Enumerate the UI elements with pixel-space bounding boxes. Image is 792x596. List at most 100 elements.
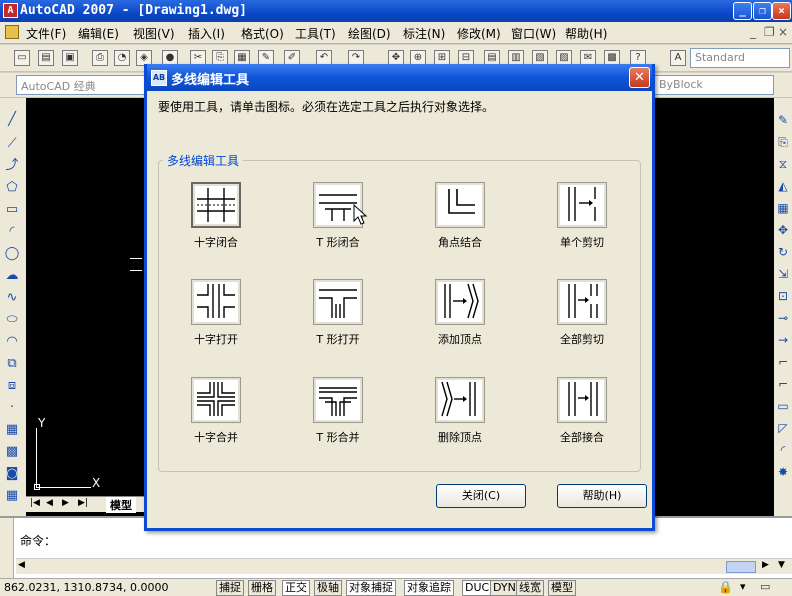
cut-single-icon[interactable] <box>557 182 607 228</box>
menu-view[interactable]: 视图(V) <box>133 25 175 42</box>
print-icon[interactable]: ⎙ <box>92 50 108 66</box>
command-scrollbar[interactable]: ◀ ▶ ▼ <box>16 558 792 574</box>
offset-icon[interactable]: ◭ <box>776 178 790 194</box>
tool-delete-vertex[interactable]: 删除顶点 <box>407 377 507 457</box>
spline-icon[interactable]: ∿ <box>4 290 20 306</box>
tool-add-vertex[interactable]: 添加顶点 <box>407 279 507 359</box>
tee-open-icon[interactable] <box>313 279 363 325</box>
command-prompt[interactable]: 命令： <box>20 532 56 549</box>
lineweight-select[interactable]: ByBlock <box>654 75 774 95</box>
move-icon[interactable]: ✥ <box>776 222 790 238</box>
scroll-down-icon[interactable]: ▼ <box>778 560 785 570</box>
doc-restore-icon[interactable]: ❐ <box>764 25 775 39</box>
close-app-button[interactable]: × <box>772 2 791 20</box>
toggle-lineweight[interactable]: 线宽 <box>516 580 544 596</box>
help-button[interactable]: 帮助(H) <box>557 484 647 508</box>
tool-tee-merged[interactable]: T 形合并 <box>285 377 385 457</box>
tool-tee-open[interactable]: T 形打开 <box>285 279 385 359</box>
toggle-polar[interactable]: 极轴 <box>314 580 342 596</box>
tool-cross-open[interactable]: 十字打开 <box>163 279 263 359</box>
line-icon[interactable]: ╱ <box>4 112 20 128</box>
hatch-icon[interactable]: ▦ <box>4 422 20 438</box>
corner-joint-icon[interactable] <box>435 182 485 228</box>
chamfer-icon[interactable]: ◸ <box>776 420 790 436</box>
table-icon[interactable]: ▦ <box>4 488 20 504</box>
polyline-icon[interactable]: ⤴ <box>4 158 20 174</box>
mirror-icon[interactable]: ⧖ <box>776 156 790 172</box>
menu-edit[interactable]: 编辑(E) <box>78 25 119 42</box>
autocad-app-icon[interactable]: A <box>3 3 18 18</box>
tool-tee-closed[interactable]: T 形闭合 <box>285 182 385 262</box>
toggle-otrack[interactable]: 对象追踪 <box>404 580 454 596</box>
lock-icon[interactable]: 🔒 <box>718 580 733 594</box>
dropdown-arrow-icon[interactable]: ▾ <box>740 580 746 593</box>
construction-line-icon[interactable]: ⟋ <box>4 136 20 152</box>
tool-cross-closed[interactable]: 十字闭合 <box>163 182 263 262</box>
doc-close-icon[interactable]: × <box>778 25 788 39</box>
cut-all-icon[interactable] <box>557 279 607 325</box>
stretch-icon[interactable]: ⊡ <box>776 288 790 304</box>
menu-draw[interactable]: 绘图(D) <box>348 25 391 42</box>
tab-first-icon[interactable]: |◀ <box>30 498 40 508</box>
array-icon[interactable]: ▦ <box>776 200 790 216</box>
region-icon[interactable]: ◙ <box>4 466 20 482</box>
cross-open-icon[interactable] <box>191 279 241 325</box>
document-icon[interactable] <box>5 25 19 39</box>
close-button[interactable]: 关闭(C) <box>436 484 526 508</box>
revcloud-icon[interactable]: ☁ <box>4 268 20 284</box>
workspace-select[interactable]: AutoCAD 经典 <box>16 75 146 95</box>
tee-merged-icon[interactable] <box>313 377 363 423</box>
command-grip[interactable] <box>0 518 14 578</box>
copy-object-icon[interactable]: ⎘ <box>776 134 790 150</box>
break-point-icon[interactable]: ⌐ <box>776 354 790 370</box>
arc-icon[interactable]: ◜ <box>4 224 20 240</box>
tab-model[interactable]: 模型 <box>106 497 136 513</box>
menu-window[interactable]: 窗口(W) <box>511 25 556 42</box>
menu-help[interactable]: 帮助(H) <box>565 25 607 42</box>
toggle-grid[interactable]: 栅格 <box>248 580 276 596</box>
text-style-select[interactable]: Standard <box>690 48 790 68</box>
delete-vertex-icon[interactable] <box>435 377 485 423</box>
scale-icon[interactable]: ⇲ <box>776 266 790 282</box>
text-style-icon[interactable]: A <box>670 50 686 66</box>
open-icon[interactable]: ▤ <box>38 50 54 66</box>
break-icon[interactable]: ⌐ <box>776 376 790 392</box>
cross-merged-icon[interactable] <box>191 377 241 423</box>
rectangle-icon[interactable]: ▭ <box>4 202 20 218</box>
scroll-right-icon[interactable]: ▶ <box>762 560 769 570</box>
tool-cut-all[interactable]: 全部剪切 <box>529 279 629 359</box>
fillet-icon[interactable]: ◜ <box>776 442 790 458</box>
menu-insert[interactable]: 插入(I) <box>188 25 225 42</box>
scroll-left-icon[interactable]: ◀ <box>18 560 25 570</box>
menu-modify[interactable]: 修改(M) <box>457 25 501 42</box>
cross-closed-icon[interactable] <box>191 182 241 228</box>
doc-minimize-icon[interactable]: _ <box>750 25 756 39</box>
extend-icon[interactable]: → <box>776 332 790 348</box>
menu-format[interactable]: 格式(O) <box>241 25 284 42</box>
scroll-thumb[interactable] <box>726 561 756 573</box>
toggle-snap[interactable]: 捕捉 <box>216 580 244 596</box>
dialog-close-icon[interactable]: ✕ <box>629 67 650 88</box>
tab-prev-icon[interactable]: ◀ <box>46 498 53 508</box>
point-icon[interactable]: · <box>4 400 20 416</box>
gradient-icon[interactable]: ▩ <box>4 444 20 460</box>
clean-screen-icon[interactable]: ▭ <box>760 580 770 593</box>
minimize-button[interactable]: _ <box>733 2 752 20</box>
join-icon[interactable]: ▭ <box>776 398 790 414</box>
new-icon[interactable]: ▭ <box>14 50 30 66</box>
trim-icon[interactable]: ⊸ <box>776 310 790 326</box>
save-icon[interactable]: ▣ <box>62 50 78 66</box>
circle-icon[interactable]: ◯ <box>4 246 20 262</box>
tool-corner-joint[interactable]: 角点结合 <box>407 182 507 262</box>
add-vertex-icon[interactable] <box>435 279 485 325</box>
tool-cut-single[interactable]: 单个剪切 <box>529 182 629 262</box>
menu-dimension[interactable]: 标注(N) <box>403 25 445 42</box>
polygon-icon[interactable]: ⬠ <box>4 180 20 196</box>
tab-last-icon[interactable]: ▶| <box>78 498 88 508</box>
ellipse-icon[interactable]: ⬭ <box>4 312 20 328</box>
weld-all-icon[interactable] <box>557 377 607 423</box>
erase-icon[interactable]: ✎ <box>776 112 790 128</box>
explode-icon[interactable]: ✸ <box>776 464 790 480</box>
preview-icon[interactable]: ◔ <box>114 50 130 66</box>
restore-button[interactable]: ❐ <box>753 2 772 20</box>
